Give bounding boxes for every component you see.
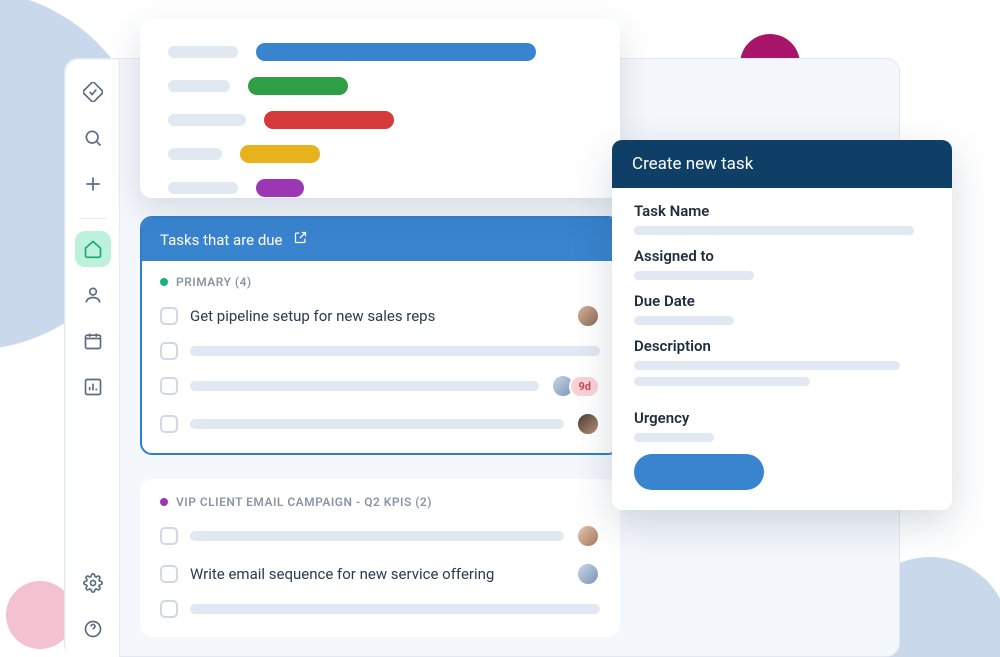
task-title-placeholder [190,604,600,614]
task-checkbox[interactable] [160,415,178,433]
tasks-body: VIP CLIENT EMAIL CAMPAIGN - Q2 KPIS (2) W… [142,481,618,635]
gear-icon[interactable] [75,565,111,601]
chart-bar [256,179,304,197]
avatar[interactable] [576,304,600,328]
create-task-header: Create new task [612,140,952,188]
group-dot-icon [160,278,168,286]
chart-card [140,18,620,198]
tasks-card: Tasks that are due PRIMARY (4) Get pipelin… [140,216,620,455]
chart-row-label [168,80,230,92]
avatar[interactable] [576,524,600,548]
tasks-section: Tasks that are due PRIMARY (4) Get pipelin… [140,216,620,657]
task-checkbox[interactable] [160,565,178,583]
field-input[interactable] [634,271,754,280]
task-group-title: VIP CLIENT EMAIL CAMPAIGN - Q2 KPIS (2) [160,495,600,509]
task-row[interactable]: Write email sequence for new service off… [160,555,600,593]
user-icon[interactable] [75,277,111,313]
group-label: VIP CLIENT EMAIL CAMPAIGN - Q2 KPIS (2) [176,495,432,509]
task-title-placeholder [190,531,564,541]
chart-row [168,108,592,132]
field-input[interactable] [634,361,930,397]
task-meta: 9d [551,374,600,398]
chart-row-label [168,46,238,58]
chart-row [168,74,592,98]
task-row[interactable]: Get pipeline setup for new sales reps [160,297,600,335]
open-link-icon[interactable] [293,230,308,249]
search-icon[interactable] [75,120,111,156]
task-meta [576,524,600,548]
field-input[interactable] [634,316,734,325]
logo-icon[interactable] [75,74,111,110]
avatar[interactable] [576,412,600,436]
form-field: Due Date [634,292,930,325]
task-meta [576,412,600,436]
help-icon[interactable] [75,611,111,647]
sidebar-divider [80,218,106,219]
calendar-icon[interactable] [75,323,111,359]
chart-bar [248,77,348,95]
task-checkbox[interactable] [160,307,178,325]
task-title: Write email sequence for new service off… [190,565,494,583]
task-title-placeholder [190,381,539,391]
field-input[interactable] [634,433,714,442]
task-row[interactable] [160,405,600,443]
due-badge: 9d [569,375,600,398]
field-label: Urgency [634,409,930,427]
task-row[interactable]: 9d [160,367,600,405]
form-field: Task Name [634,202,930,235]
task-checkbox[interactable] [160,377,178,395]
tasks-body: PRIMARY (4) Get pipeline setup for new sa… [142,261,618,453]
group-label: PRIMARY (4) [176,275,252,289]
task-meta [576,562,600,586]
task-row[interactable] [160,593,600,625]
form-field: Description [634,337,930,397]
chart-row [168,40,592,64]
group-dot-icon [160,498,168,506]
field-label: Assigned to [634,247,930,265]
submit-button[interactable] [634,454,764,490]
task-checkbox[interactable] [160,342,178,360]
task-title-placeholder [190,346,600,356]
chart-row-label [168,148,222,160]
chart-row-label [168,114,246,126]
avatar[interactable] [576,562,600,586]
field-input[interactable] [634,226,914,235]
task-row[interactable] [160,517,600,555]
chart-row [168,176,592,200]
tasks-header: Tasks that are due [142,218,618,261]
chart-bar [256,43,536,61]
chart-icon[interactable] [75,369,111,405]
chart-bar [264,111,394,129]
task-group-title: PRIMARY (4) [160,275,600,289]
chart-bar [240,145,320,163]
task-row[interactable] [160,335,600,367]
task-title-placeholder [190,419,564,429]
field-label: Due Date [634,292,930,310]
tasks-header-title: Tasks that are due [160,231,283,249]
task-title: Get pipeline setup for new sales reps [190,307,435,325]
task-checkbox[interactable] [160,600,178,618]
chart-row [168,142,592,166]
field-label: Task Name [634,202,930,220]
sidebar [66,60,120,657]
form-field: Urgency [634,409,930,442]
task-meta [576,304,600,328]
home-icon[interactable] [75,231,111,267]
tasks-card: VIP CLIENT EMAIL CAMPAIGN - Q2 KPIS (2) W… [140,479,620,637]
plus-icon[interactable] [75,166,111,202]
chart-row-label [168,182,238,194]
form-field: Assigned to [634,247,930,280]
field-label: Description [634,337,930,355]
create-task-panel: Create new task Task Name Assigned to Due … [612,140,952,510]
task-checkbox[interactable] [160,527,178,545]
